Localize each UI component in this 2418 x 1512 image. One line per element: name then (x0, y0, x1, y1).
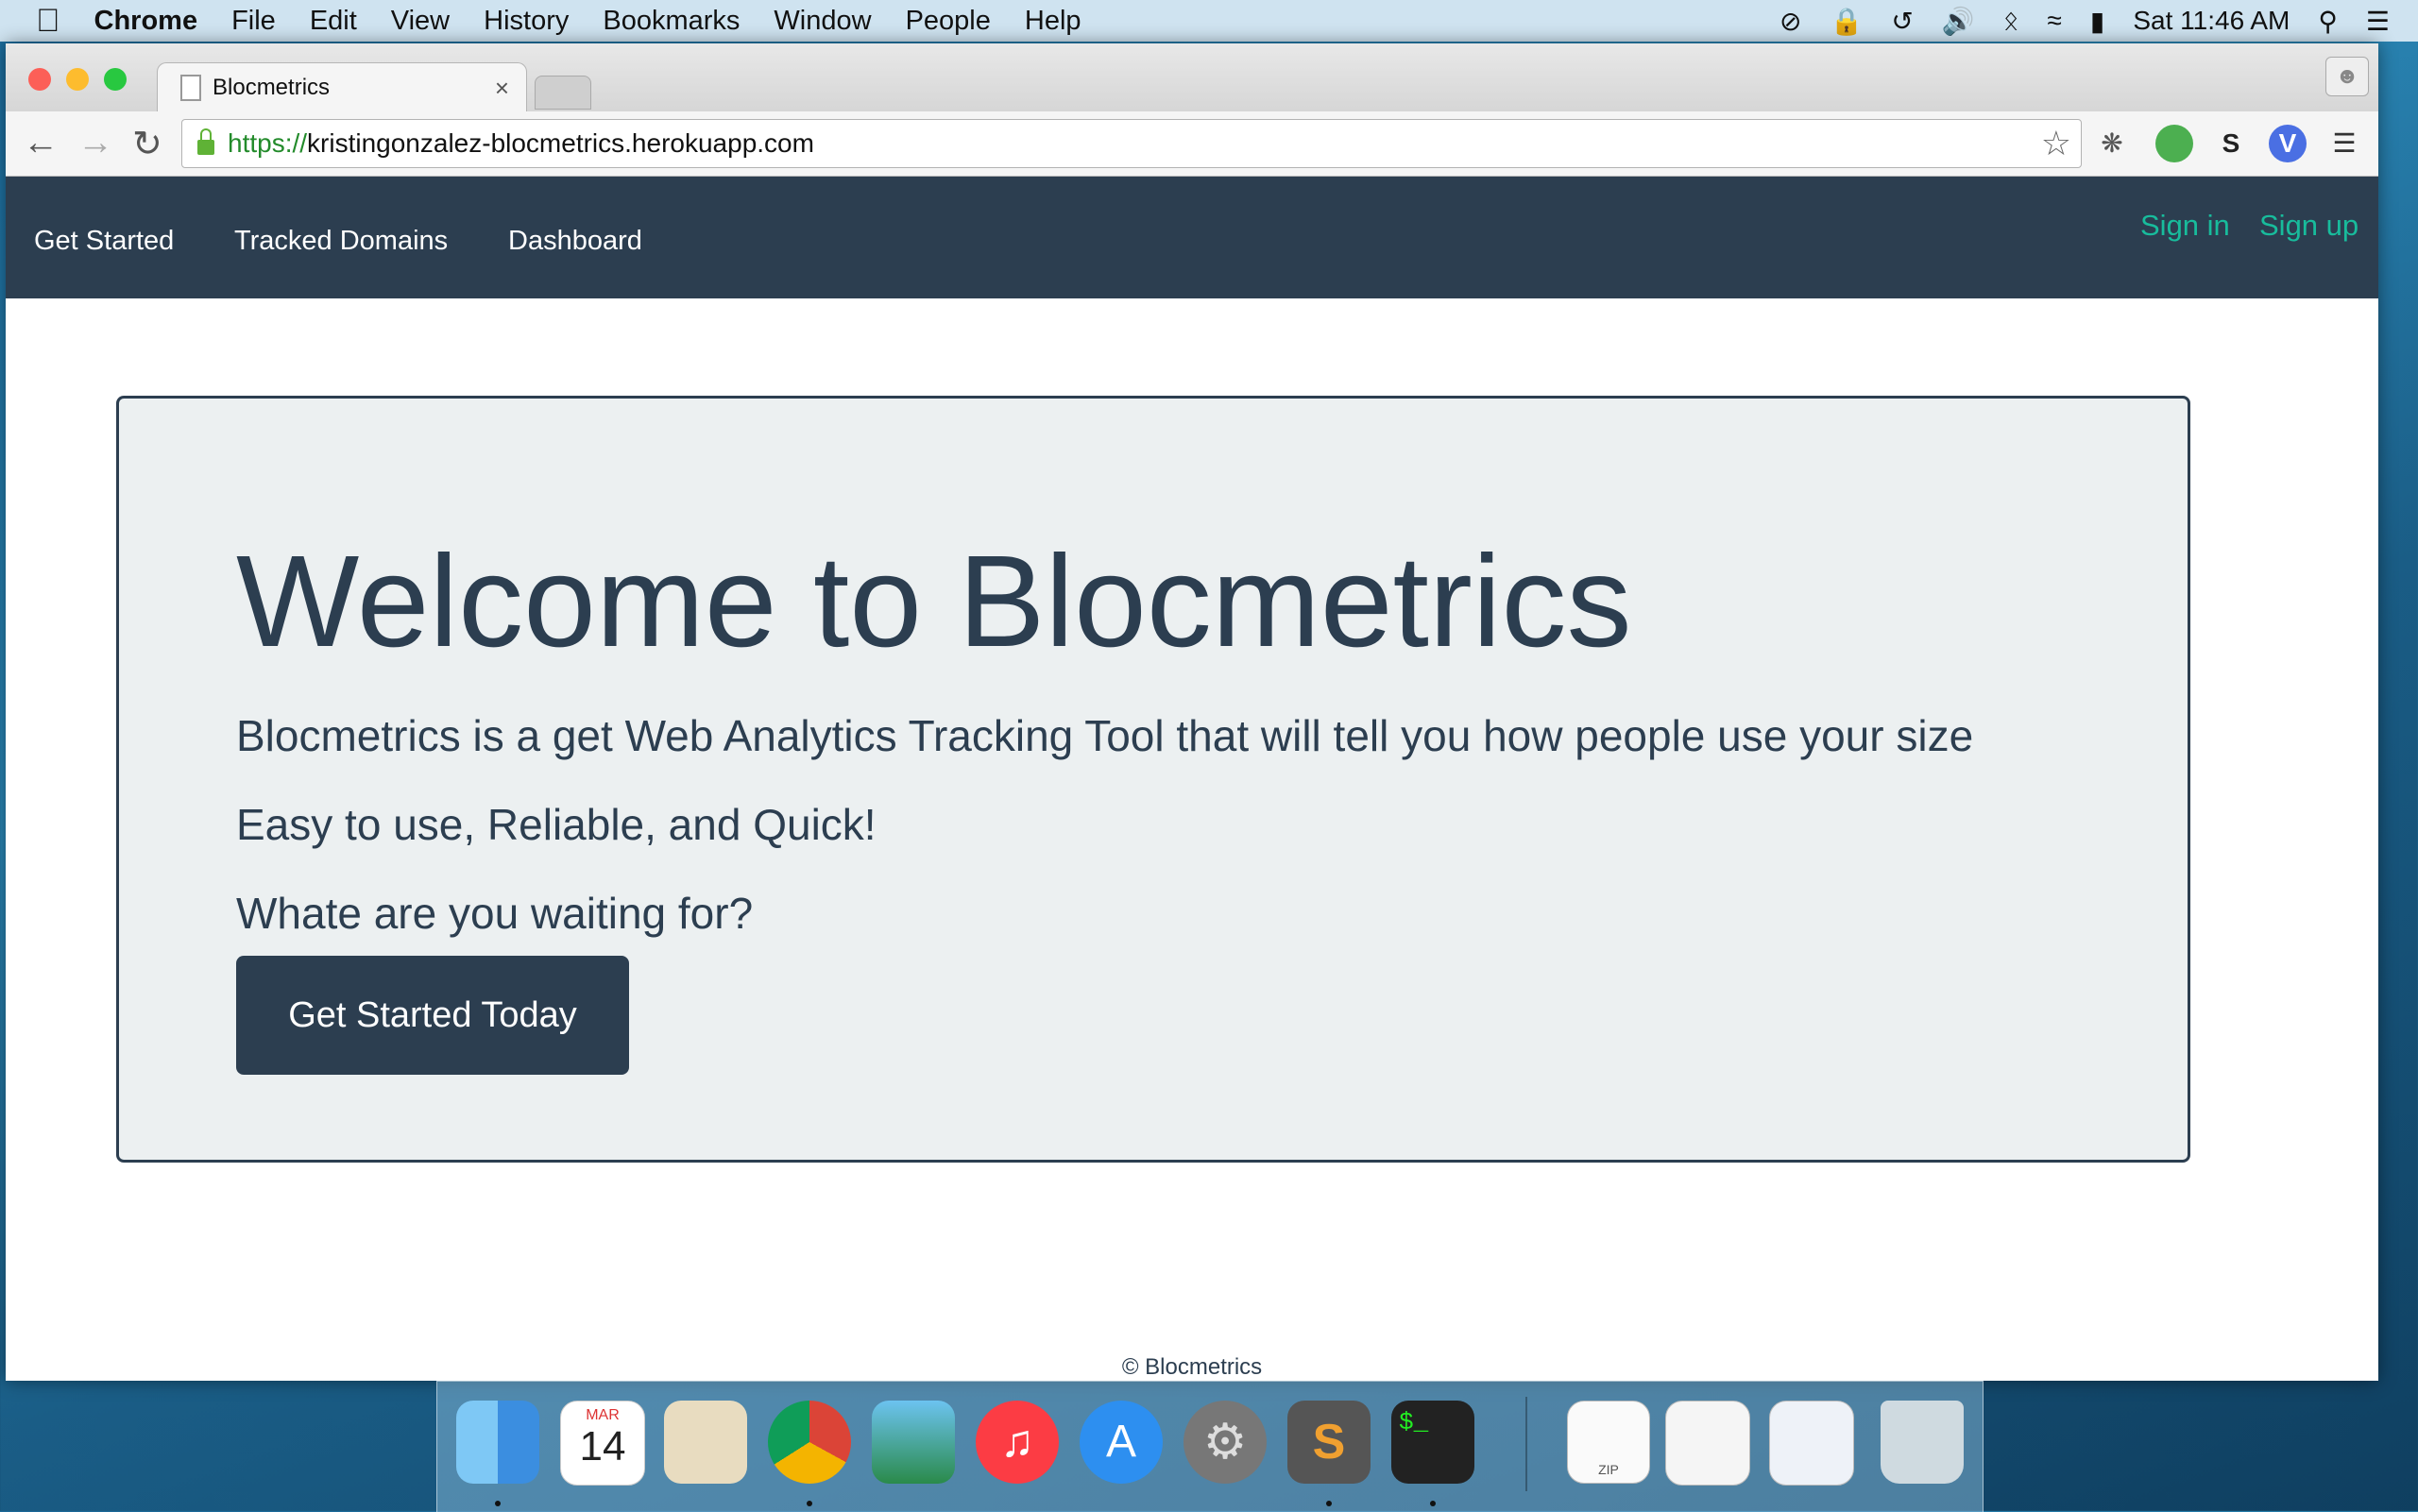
chrome-window-thumbnail-icon[interactable] (1769, 1401, 1854, 1486)
hero-line-2: Easy to use, Reliable, and Quick! (236, 800, 877, 849)
zip-file-icon[interactable]: ZIP (1567, 1401, 1650, 1484)
page-icon (180, 75, 201, 101)
nav-dashboard[interactable]: Dashboard (508, 226, 642, 257)
forward-arrow-icon[interactable]: → (77, 123, 113, 163)
site-navbar: Get Started Tracked Domains Dashboard Si… (6, 177, 2378, 298)
nav-get-started[interactable]: Get Started (34, 226, 174, 257)
reload-icon[interactable]: ↻ (132, 123, 162, 165)
calendar-day: 14 (579, 1423, 626, 1470)
extension-bug-icon[interactable]: ❋ (2093, 125, 2131, 162)
back-arrow-icon[interactable]: ← (23, 123, 59, 163)
tab-blocmetrics[interactable]: Blocmetrics × (157, 62, 527, 112)
menu-help[interactable]: Help (1025, 6, 1081, 37)
menu-edit[interactable]: Edit (310, 6, 357, 37)
address-bar[interactable]: https:// kristingonzalez-blocmetrics.her… (181, 119, 2082, 168)
tab-title: Blocmetrics (213, 75, 331, 100)
running-indicator (495, 1501, 501, 1506)
hero-jumbotron: Welcome to Blocmetrics Blocmetrics is a … (116, 396, 2190, 1163)
chrome-menu-icon[interactable]: ☰ (2325, 125, 2363, 162)
dock: MAR 14 ♫ A ⚙ S $_ ZIP (436, 1381, 1984, 1512)
lock-icon[interactable]: 🔒 (1831, 6, 1864, 37)
terminal-icon[interactable]: $_ (1391, 1401, 1474, 1484)
tab-strip: Blocmetrics × ☻ (6, 43, 2378, 112)
minimize-window-button[interactable] (66, 68, 89, 91)
calendar-icon[interactable]: MAR 14 (560, 1401, 645, 1486)
hero-line-1: Blocmetrics is a get Web Analytics Track… (236, 711, 1974, 760)
app-store-icon[interactable]: A (1080, 1401, 1163, 1484)
menu-view[interactable]: View (391, 6, 450, 37)
spotlight-search-icon[interactable]: ⚲ (2318, 6, 2338, 37)
page-footer: © Blocmetrics (1121, 1354, 1263, 1380)
chrome-window-thumbnail-icon[interactable] (1665, 1401, 1750, 1486)
system-preferences-icon[interactable]: ⚙ (1183, 1401, 1267, 1484)
menu-bar:  Chrome File Edit View History Bookmark… (0, 0, 2418, 42)
sublime-text-icon[interactable]: S (1287, 1401, 1371, 1484)
running-indicator (1430, 1501, 1436, 1506)
sync-icon[interactable]: ⊘ (1779, 6, 1801, 37)
running-indicator (1326, 1501, 1332, 1506)
itunes-icon[interactable]: ♫ (976, 1401, 1059, 1484)
zoom-window-button[interactable] (104, 68, 127, 91)
menu-people[interactable]: People (906, 6, 991, 37)
volume-icon[interactable]: 🔊 (1942, 6, 1975, 37)
notification-center-icon[interactable]: ☰ (2366, 6, 2390, 37)
extension-v-icon[interactable]: V (2269, 125, 2307, 162)
apple-menu-icon[interactable]:  (36, 3, 60, 40)
menu-history[interactable]: History (484, 6, 569, 37)
menu-status-area: ⊘ 🔒 ↺ 🔊 ᛟ ≈ ▮ Sat 11:46 AM ⚲ ☰ (1779, 0, 2418, 42)
get-started-today-button[interactable]: Get Started Today (236, 956, 629, 1075)
running-indicator (807, 1501, 812, 1506)
hero-line-3: Whate are you waiting for? (236, 889, 754, 938)
secure-lock-icon (197, 128, 214, 155)
url-scheme: https:// (228, 128, 308, 158)
zip-label: ZIP (1598, 1462, 1619, 1477)
calendar-month: MAR (586, 1407, 620, 1423)
finder-icon[interactable] (456, 1401, 539, 1484)
new-tab-button[interactable] (535, 76, 591, 110)
menu-window[interactable]: Window (774, 6, 871, 37)
nav-tracked-domains[interactable]: Tracked Domains (234, 226, 448, 257)
page-viewport: Get Started Tracked Domains Dashboard Si… (6, 177, 2378, 1381)
menu-bookmarks[interactable]: Bookmarks (603, 6, 740, 37)
browser-toolbar: ← → ↻ https:// kristingonzalez-blocmetri… (6, 111, 2378, 177)
profile-icon[interactable]: ☻ (2325, 57, 2369, 96)
nav-sign-up[interactable]: Sign up (2259, 209, 2358, 243)
nav-sign-in[interactable]: Sign in (2140, 209, 2230, 243)
bookmark-star-icon[interactable]: ☆ (2041, 124, 2071, 163)
browser-window: Blocmetrics × ☻ ← → ↻ https:// kristingo… (6, 43, 2378, 1381)
hero-heading: Welcome to Blocmetrics (236, 529, 1632, 674)
url-host: kristingonzalez-blocmetrics.herokuapp.co… (307, 128, 814, 158)
menu-clock[interactable]: Sat 11:46 AM (2133, 6, 2290, 36)
menu-file[interactable]: File (231, 6, 276, 37)
extension-s-icon[interactable]: S (2212, 125, 2250, 162)
battery-icon[interactable]: ▮ (2090, 6, 2104, 37)
close-window-button[interactable] (28, 68, 51, 91)
trash-icon[interactable] (1881, 1401, 1964, 1484)
wifi-icon[interactable]: ≈ (2048, 6, 2062, 36)
maps-icon[interactable] (664, 1401, 747, 1484)
extension-globe-icon[interactable] (2155, 125, 2193, 162)
dock-separator (1525, 1397, 1527, 1491)
bluetooth-icon[interactable]: ᛟ (2003, 6, 2019, 36)
iphoto-icon[interactable] (872, 1401, 955, 1484)
menu-app-name[interactable]: Chrome (94, 6, 198, 37)
tab-close-icon[interactable]: × (495, 74, 509, 103)
chrome-icon[interactable] (768, 1401, 851, 1484)
time-machine-icon[interactable]: ↺ (1891, 6, 1913, 37)
